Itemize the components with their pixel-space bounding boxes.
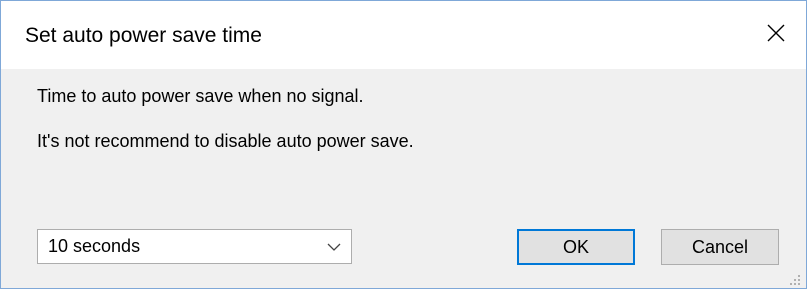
dialog-title: Set auto power save time [25,24,262,47]
message-line-1: Time to auto power save when no signal. [37,86,364,106]
message-line-2: It's not recommend to disable auto power… [37,131,414,151]
timeout-select[interactable]: 10 seconds [37,229,352,264]
chevron-down-icon[interactable] [317,230,351,263]
cancel-button[interactable]: Cancel [661,229,779,265]
ok-button[interactable]: OK [517,229,635,265]
dialog-window: Set auto power save time Time to auto po… [0,0,807,289]
title-bar[interactable]: Set auto power save time [1,1,806,69]
close-icon [767,24,785,47]
timeout-select-value: 10 seconds [48,236,141,256]
resize-grip-icon[interactable] [790,272,800,285]
close-button[interactable] [746,1,806,69]
